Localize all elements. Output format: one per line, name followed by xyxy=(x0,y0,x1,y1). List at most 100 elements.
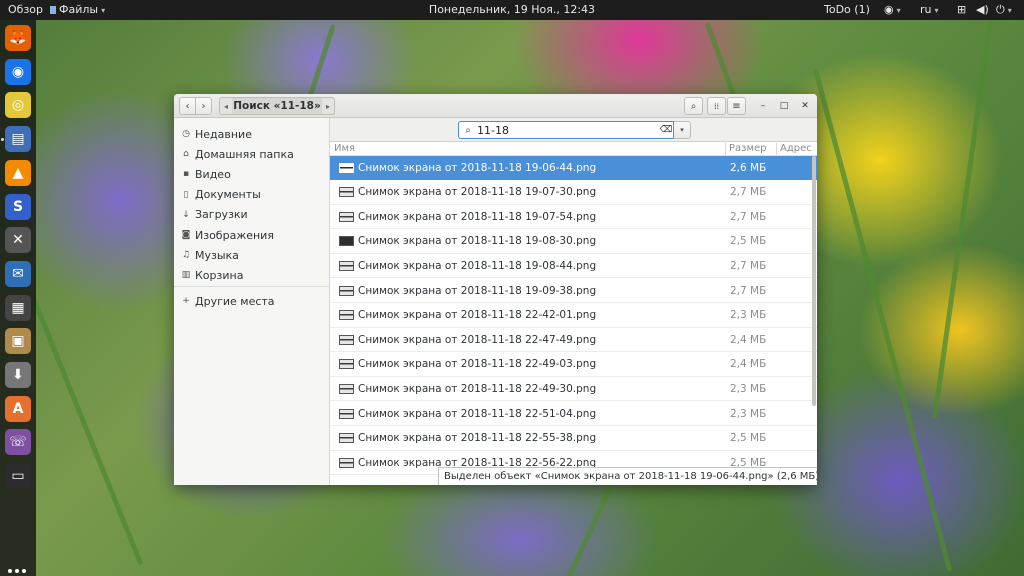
file-size: 2,4 МБ xyxy=(730,333,767,346)
file-row[interactable]: Снимок экрана от 2018-11-18 22-55-38.png… xyxy=(330,427,817,451)
volume-icon[interactable]: ◀) xyxy=(976,3,989,16)
image-file-icon xyxy=(339,433,354,444)
sidebar-item-4[interactable]: ↓ Загрузки xyxy=(174,205,330,225)
sidebar-item-0[interactable]: ◷ Недавние xyxy=(174,124,330,144)
sidebar-item-7[interactable]: ▥ Корзина xyxy=(174,265,330,285)
home-icon: ⌂ xyxy=(183,149,189,160)
search-icon: ⌕ xyxy=(465,124,471,136)
file-row[interactable]: Снимок экрана от 2018-11-18 22-47-49.png… xyxy=(330,328,817,353)
trash-icon: ▥ xyxy=(181,270,191,281)
grid-view-icon: ⁞⁞ xyxy=(713,101,720,111)
sidebar-item-2[interactable]: ▪ Видео xyxy=(174,164,330,184)
image-file-icon xyxy=(339,334,354,345)
image-file-icon xyxy=(339,383,354,394)
file-row[interactable]: Снимок экрана от 2018-11-18 19-09-38.png… xyxy=(330,279,817,303)
close-button[interactable]: ✕ xyxy=(798,99,812,113)
column-divider xyxy=(725,143,726,155)
search-input[interactable]: ⌕ 11-18 ⌫ xyxy=(458,121,674,139)
file-name: Снимок экрана от 2018-11-18 22-49-30.png xyxy=(358,382,597,395)
dock-item-vlc[interactable]: ▲ xyxy=(5,159,31,186)
file-name: Снимок экрана от 2018-11-18 19-09-38.png xyxy=(358,284,597,297)
downloader-icon: ⬇ xyxy=(12,367,24,383)
dock-item-rhythmbox[interactable]: ◎ xyxy=(5,92,31,119)
sidebar-item-1[interactable]: ⌂ Домашняя папка xyxy=(174,144,330,164)
search-input-value[interactable]: 11-18 xyxy=(475,124,659,137)
file-size: 2,5 МБ xyxy=(730,432,767,445)
network-icon[interactable]: ⊞ xyxy=(957,3,966,16)
dock-item-software[interactable]: A xyxy=(5,395,31,422)
view-toggle-button[interactable]: ⁞⁞ xyxy=(707,97,726,115)
forward-button[interactable]: › xyxy=(195,97,212,115)
file-row[interactable]: Снимок экрана от 2018-11-18 22-49-03.png… xyxy=(330,353,817,377)
image-file-icon xyxy=(339,457,354,468)
sidebar-item-5[interactable]: ◙ Изображения xyxy=(174,225,330,245)
sidebar-item-label: Музыка xyxy=(195,248,239,262)
clock[interactable]: Понедельник, 19 Ноя., 12:43 xyxy=(0,3,1024,16)
dock-item-firefox[interactable]: 🦊 xyxy=(5,25,31,51)
keyboard-layout-label: ru xyxy=(920,3,932,16)
todo-indicator[interactable]: ToDo (1) xyxy=(824,3,870,16)
wallpaper-decoration xyxy=(812,68,953,572)
file-row[interactable]: Снимок экрана от 2018-11-18 19-08-44.png… xyxy=(330,254,817,279)
column-name-header[interactable]: Имя xyxy=(334,143,355,154)
dock-item-downloader[interactable]: ⬇ xyxy=(5,362,31,388)
keyboard-layout-menu[interactable]: ru ▾ xyxy=(920,3,939,16)
sidebar-item-3[interactable]: ▯ Документы xyxy=(174,185,330,205)
dock-item-files[interactable]: ▤ xyxy=(5,126,31,153)
show-applications-button[interactable] xyxy=(8,569,26,576)
column-size-header[interactable]: Размер xyxy=(729,143,767,154)
dock-item-tools[interactable]: ✕ xyxy=(5,227,31,254)
file-row[interactable]: Снимок экрана от 2018-11-18 22-49-30.png… xyxy=(330,377,817,402)
file-row[interactable]: Снимок экрана от 2018-11-18 19-08-30.png… xyxy=(330,230,817,254)
image-file-icon xyxy=(339,236,354,247)
accessibility-icon: ◉ xyxy=(884,3,894,16)
dock-item-viber[interactable]: ☏ xyxy=(5,429,31,456)
file-row[interactable]: Снимок экрана от 2018-11-18 19-07-30.png… xyxy=(330,181,817,205)
back-button[interactable]: ‹ xyxy=(179,97,196,115)
path-scroll-right-button[interactable]: ▸ xyxy=(322,102,334,111)
sidebar-item-6[interactable]: ♫ Музыка xyxy=(174,245,330,265)
clear-icon[interactable]: ⌫ xyxy=(659,125,673,135)
image-file-icon xyxy=(339,310,354,321)
menu-button[interactable]: ≡ xyxy=(727,97,746,115)
location-crumb[interactable]: Поиск «11-18» xyxy=(232,98,322,114)
file-size: 2,3 МБ xyxy=(730,382,767,395)
scrollbar[interactable] xyxy=(812,156,816,406)
file-row[interactable]: Снимок экрана от 2018-11-18 22-51-04.png… xyxy=(330,402,817,426)
software-icon: A xyxy=(12,400,24,417)
file-size: 2,7 МБ xyxy=(730,210,767,223)
path-bar: ◂ Поиск «11-18» ▸ xyxy=(219,97,335,115)
search-options-button[interactable]: ▾ xyxy=(674,121,691,139)
file-name: Снимок экрана от 2018-11-18 22-55-38.png xyxy=(358,432,597,445)
sidebar-item-other-places[interactable]: + Другие места xyxy=(174,291,330,311)
video-icon: ▪ xyxy=(182,169,190,180)
dock-item-simplenote[interactable]: S xyxy=(5,193,31,220)
terminal-icon: ▭ xyxy=(11,468,25,485)
sidebar-item-label: Домашняя папка xyxy=(195,147,294,161)
file-name: Снимок экрана от 2018-11-18 19-07-54.png xyxy=(358,210,597,223)
firefox-icon: 🦊 xyxy=(9,30,27,46)
dock-item-calculator[interactable]: ▦ xyxy=(5,294,31,321)
minimize-button[interactable]: – xyxy=(756,99,770,113)
sidebar-item-label: Недавние xyxy=(195,127,252,141)
search-toggle-button[interactable]: ⌕ xyxy=(684,97,703,115)
file-row[interactable]: Снимок экрана от 2018-11-18 22-42-01.png… xyxy=(330,304,817,328)
maximize-button[interactable]: □ xyxy=(777,99,791,113)
dock-item-thunderbird[interactable]: ✉ xyxy=(5,260,31,287)
accessibility-menu[interactable]: ◉ ▾ xyxy=(884,3,901,16)
dock-item-archive-manager[interactable]: ▣ xyxy=(5,328,31,355)
dock-item-chrome[interactable]: ◉ xyxy=(5,58,31,85)
chevron-down-icon: ▾ xyxy=(1007,6,1012,15)
column-address-header[interactable]: Адрес xyxy=(780,143,812,154)
image-file-icon xyxy=(339,187,354,198)
simplenote-icon: S xyxy=(12,198,24,215)
file-row[interactable]: Снимок экрана от 2018-11-18 19-06-44.png… xyxy=(330,156,817,180)
recent-icon: ◷ xyxy=(182,129,190,139)
dock-item-terminal[interactable]: ▭ xyxy=(5,463,31,490)
power-menu[interactable]: ⏻ ▾ xyxy=(996,3,1012,17)
running-indicator xyxy=(1,138,4,141)
file-row[interactable]: Снимок экрана от 2018-11-18 19-07-54.png… xyxy=(330,205,817,230)
path-scroll-left-button[interactable]: ◂ xyxy=(220,102,232,111)
plus-icon: + xyxy=(182,296,190,306)
calculator-icon: ▦ xyxy=(11,299,25,316)
